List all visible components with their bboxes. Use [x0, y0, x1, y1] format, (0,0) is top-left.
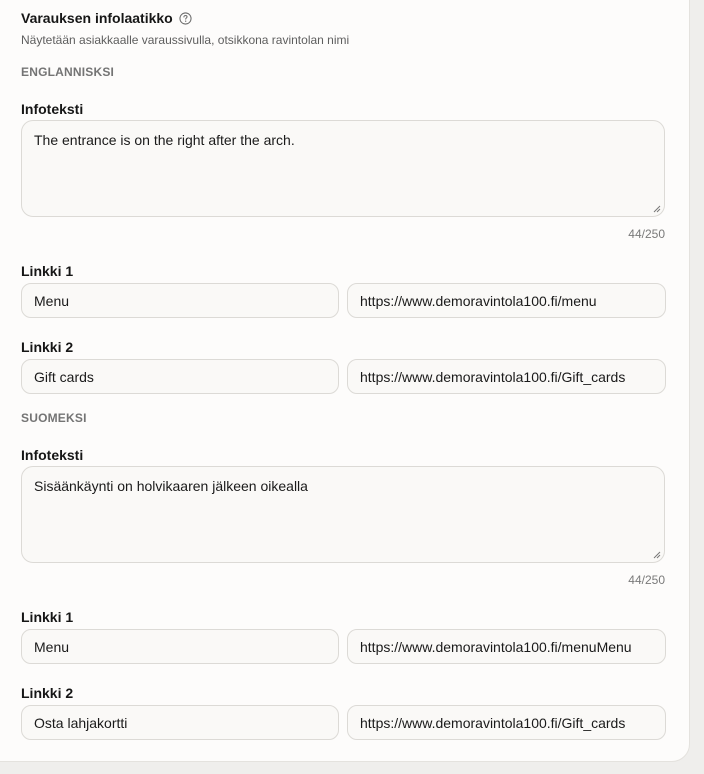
- section-subtitle: Näytetään asiakkaalle varaussivulla, ots…: [21, 33, 350, 47]
- finnish-link2-url-input[interactable]: https://www.demoravintola100.fi/Gift_car…: [347, 705, 666, 740]
- english-info-label: Infoteksti: [21, 101, 84, 117]
- english-link2-text-input[interactable]: Gift cards: [21, 359, 339, 394]
- finnish-info-textarea[interactable]: Sisäänkäynti on holvikaaren jälkeen oike…: [21, 466, 665, 563]
- resize-handle-icon[interactable]: [653, 205, 661, 213]
- english-link2-url-input[interactable]: https://www.demoravintola100.fi/Gift_car…: [347, 359, 666, 394]
- english-link1-text-input[interactable]: Menu: [21, 283, 339, 318]
- english-link2-label: Linkki 2: [21, 339, 74, 355]
- finnish-link1-url-input[interactable]: https://www.demoravintola100.fi/menuMenu: [347, 629, 666, 664]
- section-title: Varauksen infolaatikko: [21, 10, 192, 26]
- finnish-link2-label: Linkki 2: [21, 685, 74, 701]
- finnish-link1-label: Linkki 1: [21, 609, 74, 625]
- section-title-text: Varauksen infolaatikko: [21, 10, 173, 26]
- finnish-section-label: SUOMEKSI: [21, 411, 87, 425]
- english-info-textarea[interactable]: The entrance is on the right after the a…: [21, 120, 665, 217]
- resize-handle-icon[interactable]: [653, 551, 661, 559]
- finnish-link2-text-input[interactable]: Osta lahjakortti: [21, 705, 339, 740]
- english-link1-url-input[interactable]: https://www.demoravintola100.fi/menu: [347, 283, 666, 318]
- finnish-info-text: Sisäänkäynti on holvikaaren jälkeen oike…: [34, 478, 308, 494]
- finnish-char-counter: 44/250: [628, 573, 665, 587]
- finnish-link1-text-input[interactable]: Menu: [21, 629, 339, 664]
- english-link1-label: Linkki 1: [21, 263, 74, 279]
- english-info-text: The entrance is on the right after the a…: [34, 132, 295, 148]
- english-section-label: ENGLANNISKSI: [21, 65, 115, 79]
- finnish-info-label: Infoteksti: [21, 447, 84, 463]
- help-circle-icon[interactable]: [179, 11, 192, 25]
- english-char-counter: 44/250: [628, 227, 665, 241]
